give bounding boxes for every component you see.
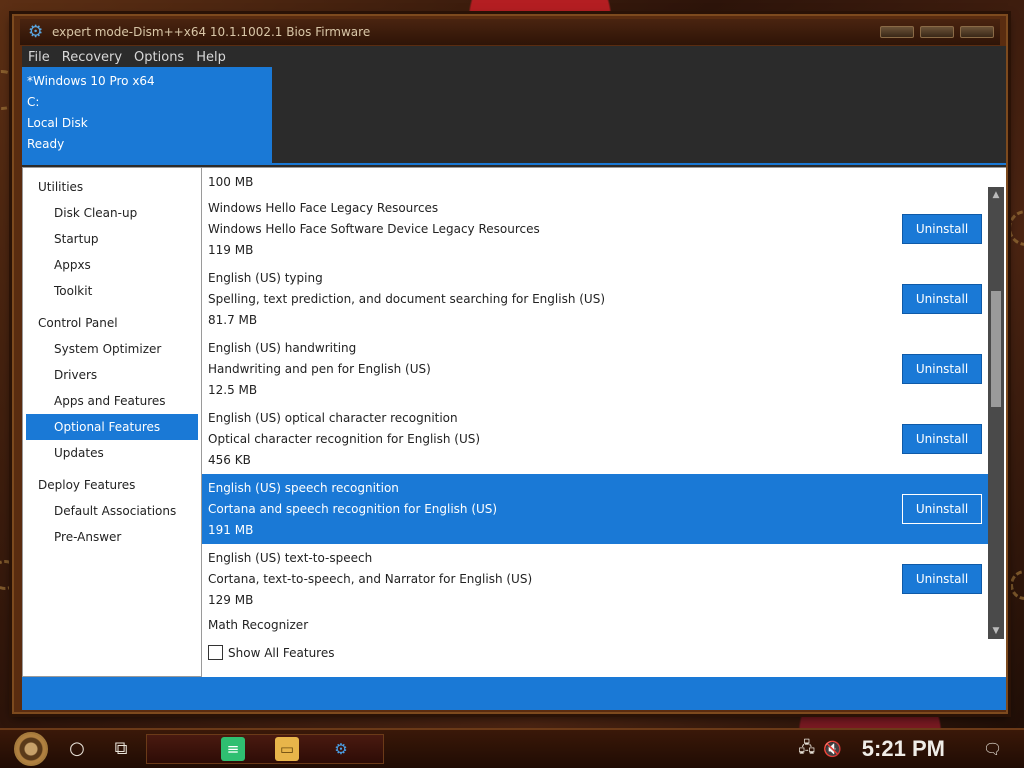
taskbar-apps: ≡ ▭ ⚙ xyxy=(146,734,384,764)
list-item[interactable]: English (US) optical character recogniti… xyxy=(202,404,988,474)
gear-decoration-icon xyxy=(1010,570,1024,600)
close-button[interactable] xyxy=(960,26,994,38)
scroll-up-icon[interactable]: ▲ xyxy=(988,187,1004,203)
gear-decoration-icon xyxy=(1008,210,1024,246)
list-item-selected[interactable]: English (US) speech recognition Cortana … xyxy=(202,474,988,544)
feature-name: English (US) handwriting xyxy=(208,341,357,355)
show-all-features-checkbox[interactable] xyxy=(208,645,223,660)
gear-icon: ⚙ xyxy=(28,22,44,42)
uninstall-button[interactable]: Uninstall xyxy=(902,284,982,314)
menu-help[interactable]: Help xyxy=(190,50,232,65)
image-disk-type: Local Disk xyxy=(27,116,88,130)
list-item-partial[interactable]: 100 MB xyxy=(202,168,988,194)
network-icon[interactable]: 🖧 xyxy=(798,737,815,762)
feature-size: 456 KB xyxy=(208,453,251,467)
feature-size: 191 MB xyxy=(208,523,254,537)
show-all-features-label: Show All Features xyxy=(228,645,335,660)
taskbar-clock[interactable]: 5:21 PM xyxy=(862,736,945,762)
menu-bar: File Recovery Options Help xyxy=(22,46,1006,68)
feature-size: 12.5 MB xyxy=(208,383,258,397)
sidebar: Utilities Disk Clean-up Startup Appxs To… xyxy=(22,167,202,677)
feature-description: Windows Hello Face Software Device Legac… xyxy=(208,222,540,236)
taskbar: ○ ⧉ ≡ ▭ ⚙ 🖧 🔇 5:21 PM 🗨 xyxy=(0,728,1024,768)
minimize-button[interactable] xyxy=(880,26,914,38)
show-all-features-option[interactable]: Show All Features xyxy=(208,645,334,660)
scroll-thumb[interactable] xyxy=(991,291,1001,407)
image-drive: C: xyxy=(27,95,40,109)
scroll-down-icon[interactable]: ▼ xyxy=(988,623,1004,639)
sidebar-group-utilities: Utilities xyxy=(38,180,84,194)
feature-name: English (US) text-to-speech xyxy=(208,551,373,565)
list-item-partial[interactable]: Math Recognizer xyxy=(202,614,988,636)
feature-description: Optical character recognition for Englis… xyxy=(208,432,481,446)
list-item[interactable]: English (US) text-to-speech Cortana, tex… xyxy=(202,544,988,614)
panel-divider xyxy=(272,163,1006,165)
feature-size: 81.7 MB xyxy=(208,313,258,327)
feature-description: Handwriting and pen for English (US) xyxy=(208,362,431,376)
sidebar-group-deploy-features: Deploy Features xyxy=(38,478,136,492)
sidebar-item-optional-features[interactable]: Optional Features xyxy=(26,414,198,440)
feature-description: Cortana and speech recognition for Engli… xyxy=(208,502,498,516)
sidebar-item-system-optimizer[interactable]: System Optimizer xyxy=(26,336,198,362)
menu-file[interactable]: File xyxy=(22,50,56,65)
sidebar-item-updates[interactable]: Updates xyxy=(26,440,198,466)
window-title: expert mode-Dism++x64 10.1.1002.1 Bios F… xyxy=(52,25,371,39)
feature-list[interactable]: 100 MB Windows Hello Face Legacy Resourc… xyxy=(202,168,988,636)
feature-size: 119 MB xyxy=(208,243,254,257)
notes-icon[interactable]: ≡ xyxy=(221,737,245,761)
uninstall-button[interactable]: Uninstall xyxy=(902,494,982,524)
sidebar-item-default-associations[interactable]: Default Associations xyxy=(26,498,198,524)
uninstall-button[interactable]: Uninstall xyxy=(902,564,982,594)
vertical-scrollbar[interactable]: ▲ ▼ xyxy=(988,187,1004,639)
file-explorer-icon[interactable]: ▭ xyxy=(275,737,299,761)
image-os-name: *Windows 10 Pro x64 xyxy=(27,74,155,88)
image-status: Ready xyxy=(27,137,65,151)
feature-name: Windows Hello Face Legacy Resources xyxy=(208,201,439,215)
maximize-button[interactable] xyxy=(920,26,954,38)
sidebar-item-appxs[interactable]: Appxs xyxy=(26,252,198,278)
title-bar[interactable]: ⚙ expert mode-Dism++x64 10.1.1002.1 Bios… xyxy=(20,19,1000,45)
uninstall-button[interactable]: Uninstall xyxy=(902,354,982,384)
window-body: File Recovery Options Help *Windows 10 P… xyxy=(22,46,1006,710)
optional-features-panel: 100 MB Windows Hello Face Legacy Resourc… xyxy=(202,167,1006,677)
system-tray: 🖧 🔇 5:21 PM 🗨 xyxy=(790,734,1024,764)
start-button[interactable] xyxy=(14,732,48,766)
volume-muted-icon[interactable]: 🔇 xyxy=(823,740,842,758)
list-item[interactable]: English (US) handwriting Handwriting and… xyxy=(202,334,988,404)
feature-size: 100 MB xyxy=(208,175,254,189)
status-bar xyxy=(22,677,1006,710)
sidebar-item-pre-answer[interactable]: Pre-Answer xyxy=(26,524,198,550)
uninstall-button[interactable]: Uninstall xyxy=(902,214,982,244)
feature-name: English (US) optical character recogniti… xyxy=(208,411,458,425)
dism-window: ⚙ expert mode-Dism++x64 10.1.1002.1 Bios… xyxy=(12,14,1008,714)
notifications-icon[interactable]: 🗨 xyxy=(983,740,1002,758)
sidebar-item-startup[interactable]: Startup xyxy=(26,226,198,252)
sidebar-item-apps-and-features[interactable]: Apps and Features xyxy=(26,388,198,414)
sidebar-group-control-panel: Control Panel xyxy=(38,316,118,330)
uninstall-button[interactable]: Uninstall xyxy=(902,424,982,454)
sidebar-item-disk-clean-up[interactable]: Disk Clean-up xyxy=(26,200,198,226)
feature-name: English (US) speech recognition xyxy=(208,481,399,495)
sidebar-item-drivers[interactable]: Drivers xyxy=(26,362,198,388)
feature-size: 129 MB xyxy=(208,593,254,607)
image-info-panel[interactable]: *Windows 10 Pro x64 C: Local Disk Ready xyxy=(22,67,272,165)
menu-options[interactable]: Options xyxy=(128,50,190,65)
task-view-icon[interactable]: ⧉ xyxy=(106,734,136,764)
feature-description: Cortana, text-to-speech, and Narrator fo… xyxy=(208,572,533,586)
menu-recovery[interactable]: Recovery xyxy=(56,50,128,65)
list-item[interactable]: English (US) typing Spelling, text predi… xyxy=(202,264,988,334)
cortana-search-icon[interactable]: ○ xyxy=(62,734,92,764)
feature-description: Spelling, text prediction, and document … xyxy=(208,292,606,306)
feature-name: Math Recognizer xyxy=(208,618,309,632)
dism-gear-icon[interactable]: ⚙ xyxy=(329,737,353,761)
feature-name: English (US) typing xyxy=(208,271,323,285)
sidebar-item-toolkit[interactable]: Toolkit xyxy=(26,278,198,304)
list-item[interactable]: Windows Hello Face Legacy Resources Wind… xyxy=(202,194,988,264)
